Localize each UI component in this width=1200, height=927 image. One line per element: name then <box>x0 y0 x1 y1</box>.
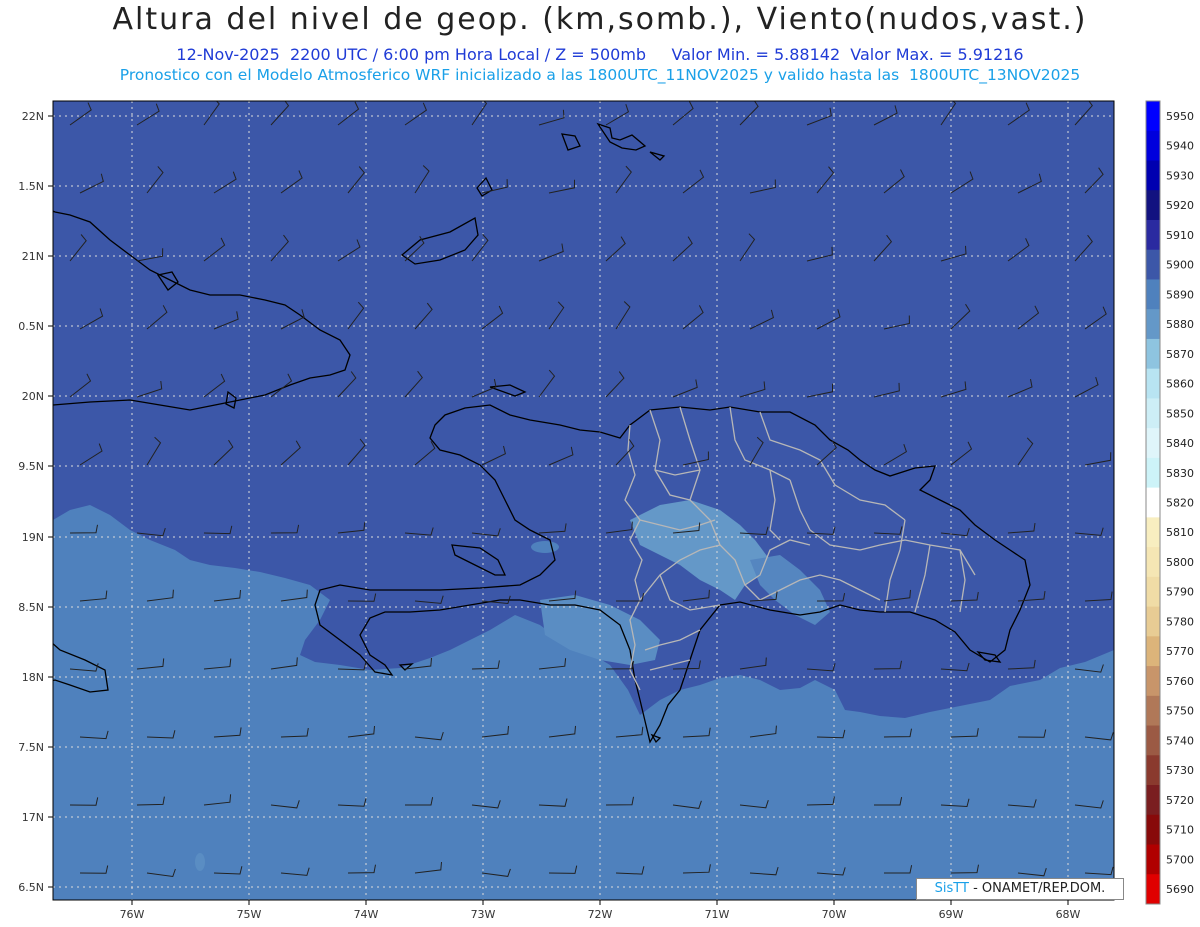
colorbar-swatch <box>1146 249 1160 280</box>
lat-label: 17N <box>22 811 44 824</box>
colorbar-swatch <box>1146 666 1160 697</box>
colorbar-label: 5910 <box>1166 229 1194 242</box>
colorbar-swatch <box>1146 814 1160 846</box>
colorbar: 5950 5940 5930 5920 5910 5900 5890 5880 5870 5860… <box>1145 100 1194 905</box>
colorbar-swatch <box>1146 368 1160 399</box>
colorbar-swatch <box>1146 487 1160 518</box>
colorbar-swatch <box>1146 130 1160 161</box>
colorbar-label: 5950 <box>1166 110 1194 123</box>
colorbar-swatch <box>1146 725 1160 756</box>
colorbar-swatch <box>1146 636 1160 667</box>
colorbar-swatch <box>1146 547 1160 578</box>
lon-label: 70W <box>822 908 847 921</box>
colorbar-label: 5710 <box>1166 824 1194 837</box>
lat-label: 6.5N <box>18 881 44 894</box>
colorbar-label: 5940 <box>1166 140 1194 153</box>
colorbar-label: 5780 <box>1166 615 1194 628</box>
lon-label: 68W <box>1056 908 1081 921</box>
colorbar-label: 5930 <box>1166 169 1194 182</box>
colorbar-swatch <box>1146 279 1160 310</box>
geopotential-field-5880-spot2 <box>531 541 559 553</box>
lon-label: 71W <box>705 908 730 921</box>
lat-labels: 22N 1.5N 21N 0.5N 20N 9.5N 19N 8.5N 18N … <box>18 110 44 894</box>
colorbar-swatch <box>1146 398 1160 429</box>
colorbar-label: 5820 <box>1166 497 1194 510</box>
colorbar-swatch <box>1146 755 1160 786</box>
colorbar-swatch <box>1146 190 1160 221</box>
colorbar-label: 5800 <box>1166 556 1194 569</box>
lat-label: 9.5N <box>18 460 44 473</box>
colorbar-swatch <box>1146 576 1160 608</box>
colorbar-label: 5830 <box>1166 467 1194 480</box>
colorbar-swatch <box>1146 338 1160 370</box>
colorbar-label: 5850 <box>1166 407 1194 420</box>
colorbar-label: 5760 <box>1166 675 1194 688</box>
colorbar-label: 5840 <box>1166 437 1194 450</box>
colorbar-label: 5750 <box>1166 705 1194 718</box>
lat-label: 22N <box>22 110 44 123</box>
colorbar-swatch <box>1146 874 1160 905</box>
colorbar-swatch <box>1146 457 1160 489</box>
lat-label: 1.5N <box>18 180 44 193</box>
colorbar-label: 5720 <box>1166 794 1194 807</box>
lat-label: 18N <box>22 671 44 684</box>
colorbar-label: 5870 <box>1166 348 1194 361</box>
colorbar-label: 5880 <box>1166 318 1194 331</box>
lon-label: 69W <box>939 908 964 921</box>
colorbar-label: 5730 <box>1166 764 1194 777</box>
lon-label: 76W <box>120 908 145 921</box>
colorbar-swatch <box>1146 160 1160 191</box>
lat-label: 7.5N <box>18 741 44 754</box>
colorbar-label: 5770 <box>1166 645 1194 658</box>
lat-label: 19N <box>22 531 44 544</box>
colorbar-swatch <box>1146 309 1160 340</box>
credit-text: - ONAMET/REP.DOM. <box>968 881 1106 896</box>
credit-brand: SisTT <box>934 881 969 896</box>
colorbar-label: 5740 <box>1166 734 1194 747</box>
lon-label: 74W <box>354 908 379 921</box>
colorbar-swatch <box>1146 695 1160 727</box>
colorbar-swatch <box>1146 606 1160 637</box>
lon-label: 72W <box>588 908 613 921</box>
lat-label: 21N <box>22 250 44 263</box>
colorbar-label: 5890 <box>1166 288 1194 301</box>
lon-label: 75W <box>237 908 262 921</box>
colorbar-label: 5810 <box>1166 526 1194 539</box>
colorbar-label: 5920 <box>1166 199 1194 212</box>
geopotential-field-5880-spot <box>195 853 205 871</box>
colorbar-label: 5700 <box>1166 853 1194 866</box>
colorbar-label: 5790 <box>1166 586 1194 599</box>
credit-box: SisTT - ONAMET/REP.DOM. <box>916 878 1124 900</box>
lat-label: 0.5N <box>18 320 44 333</box>
lon-labels: 76W 75W 74W 73W 72W 71W 70W 69W 68W <box>120 908 1081 921</box>
lat-label: 20N <box>22 390 44 403</box>
colorbar-swatch <box>1146 101 1160 132</box>
colorbar-label: 5860 <box>1166 378 1194 391</box>
colorbar-label: 5690 <box>1166 883 1194 896</box>
colorbar-swatch <box>1146 428 1160 459</box>
colorbar-swatch <box>1146 785 1160 816</box>
lon-label: 73W <box>471 908 496 921</box>
map-figure: 22N 1.5N 21N 0.5N 20N 9.5N 19N 8.5N 18N … <box>18 100 1194 921</box>
colorbar-swatch <box>1146 517 1160 548</box>
colorbar-swatch <box>1146 219 1160 251</box>
colorbar-swatch <box>1146 844 1160 875</box>
lat-label: 8.5N <box>18 601 44 614</box>
colorbar-label: 5900 <box>1166 259 1194 272</box>
